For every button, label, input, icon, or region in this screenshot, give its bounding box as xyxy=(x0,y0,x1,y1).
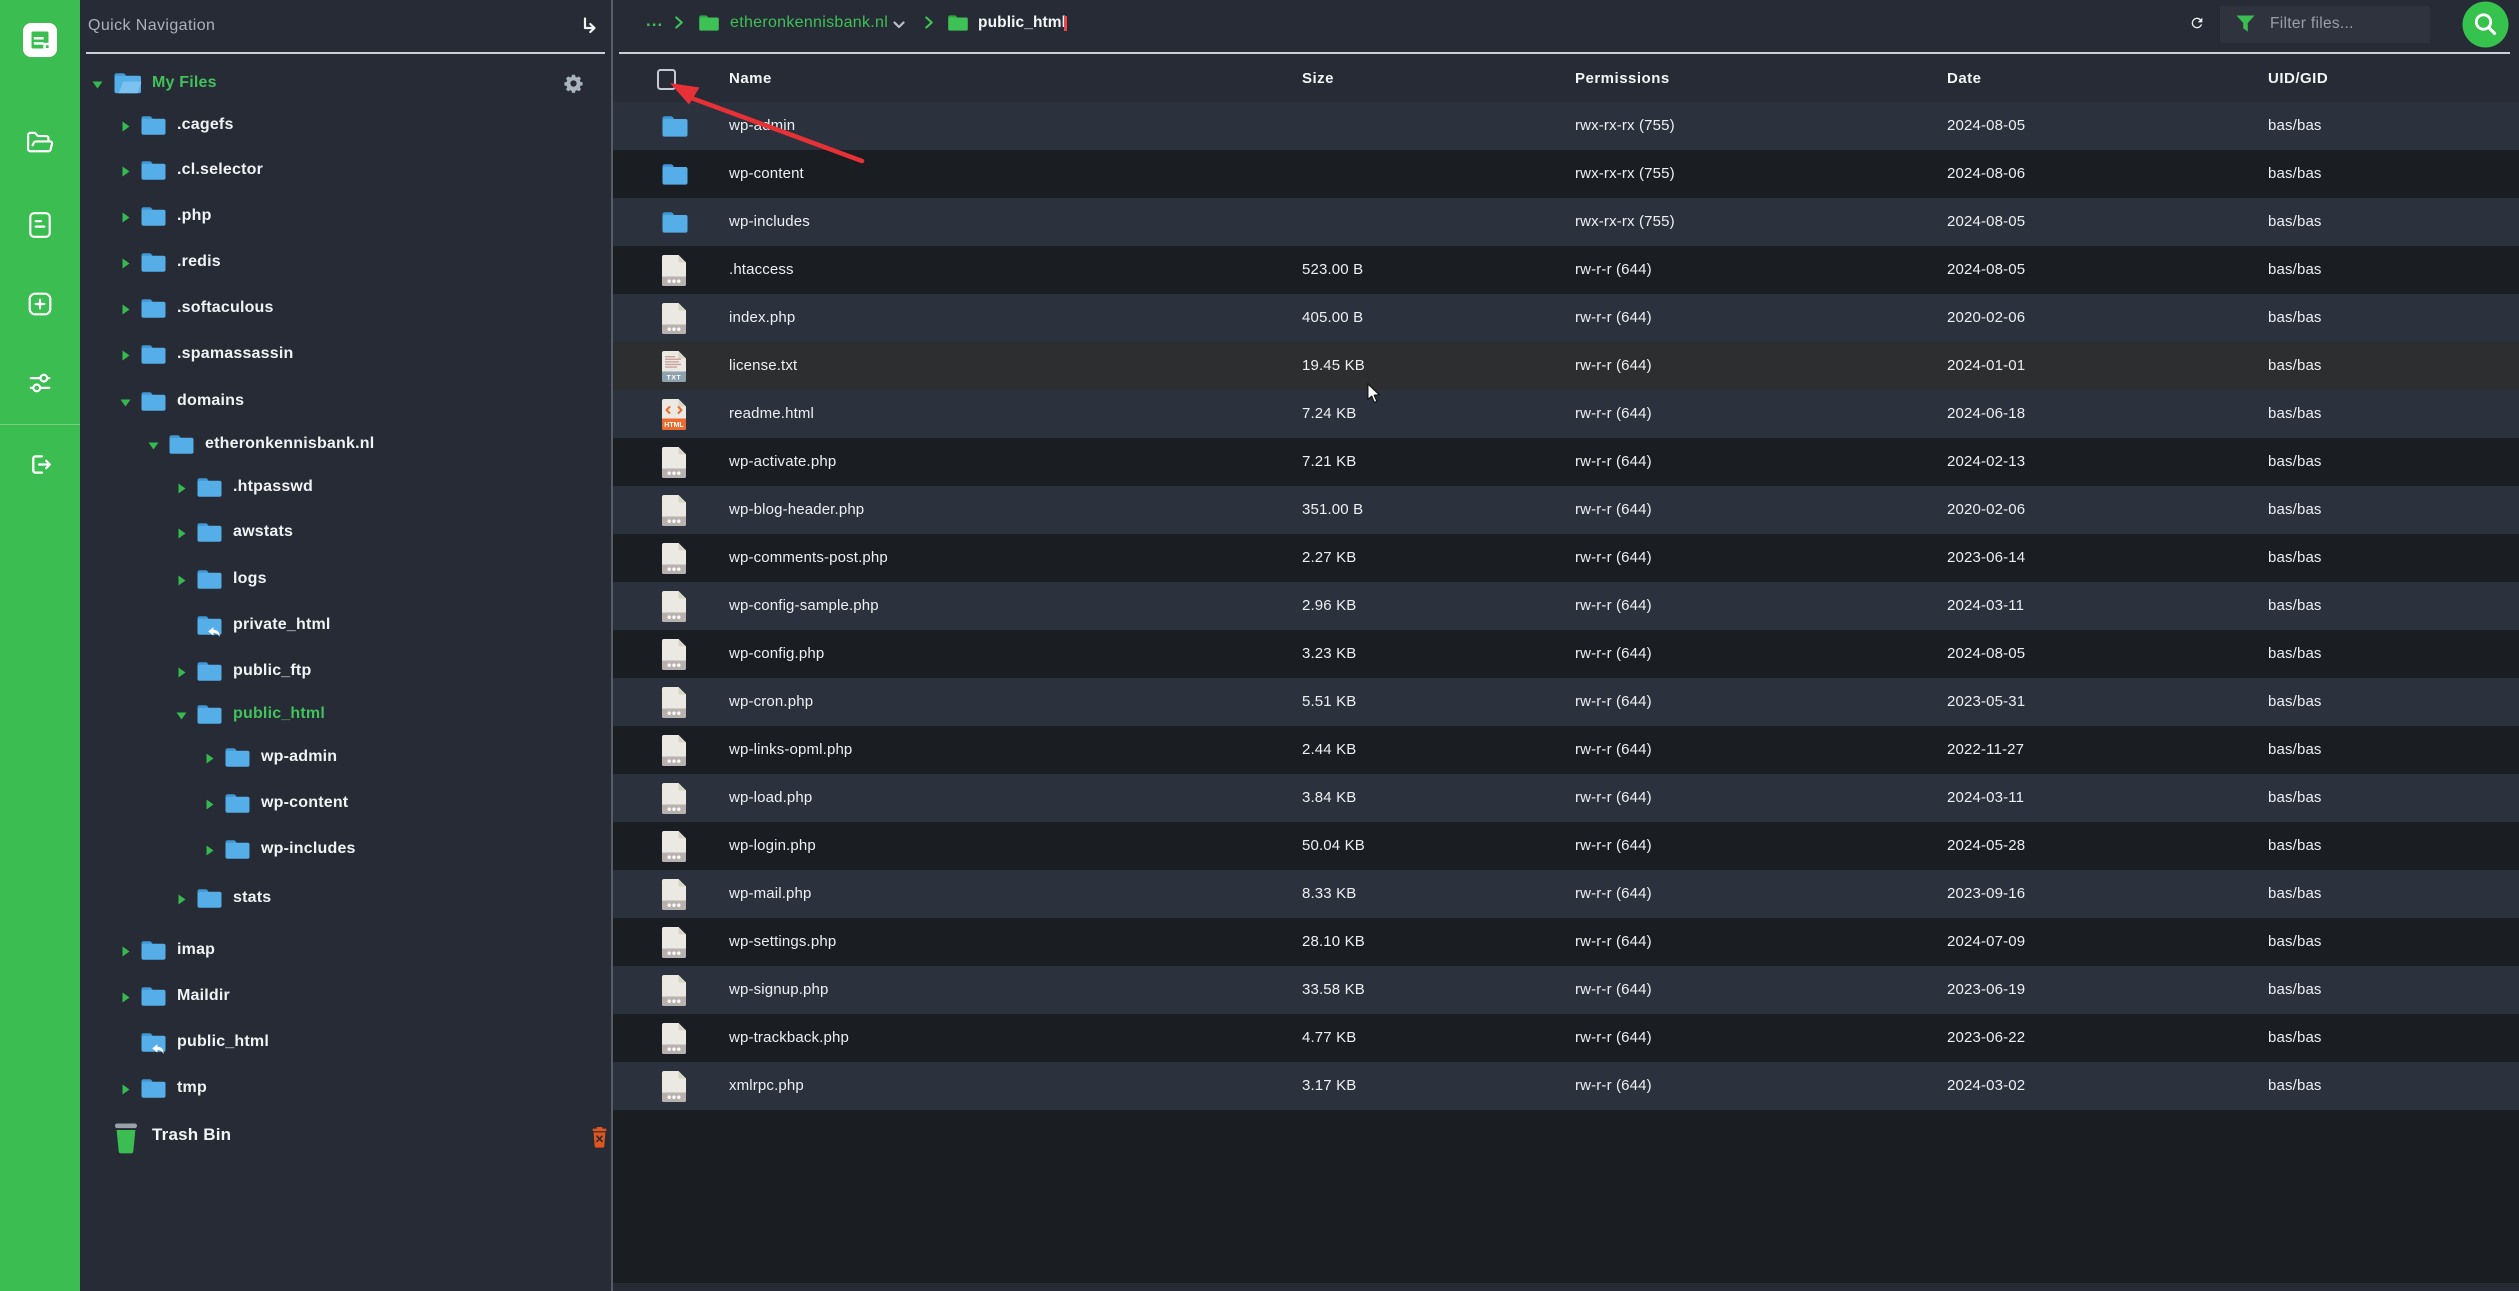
svg-text:TXT: TXT xyxy=(667,374,682,381)
svg-text:HTML: HTML xyxy=(664,422,684,429)
